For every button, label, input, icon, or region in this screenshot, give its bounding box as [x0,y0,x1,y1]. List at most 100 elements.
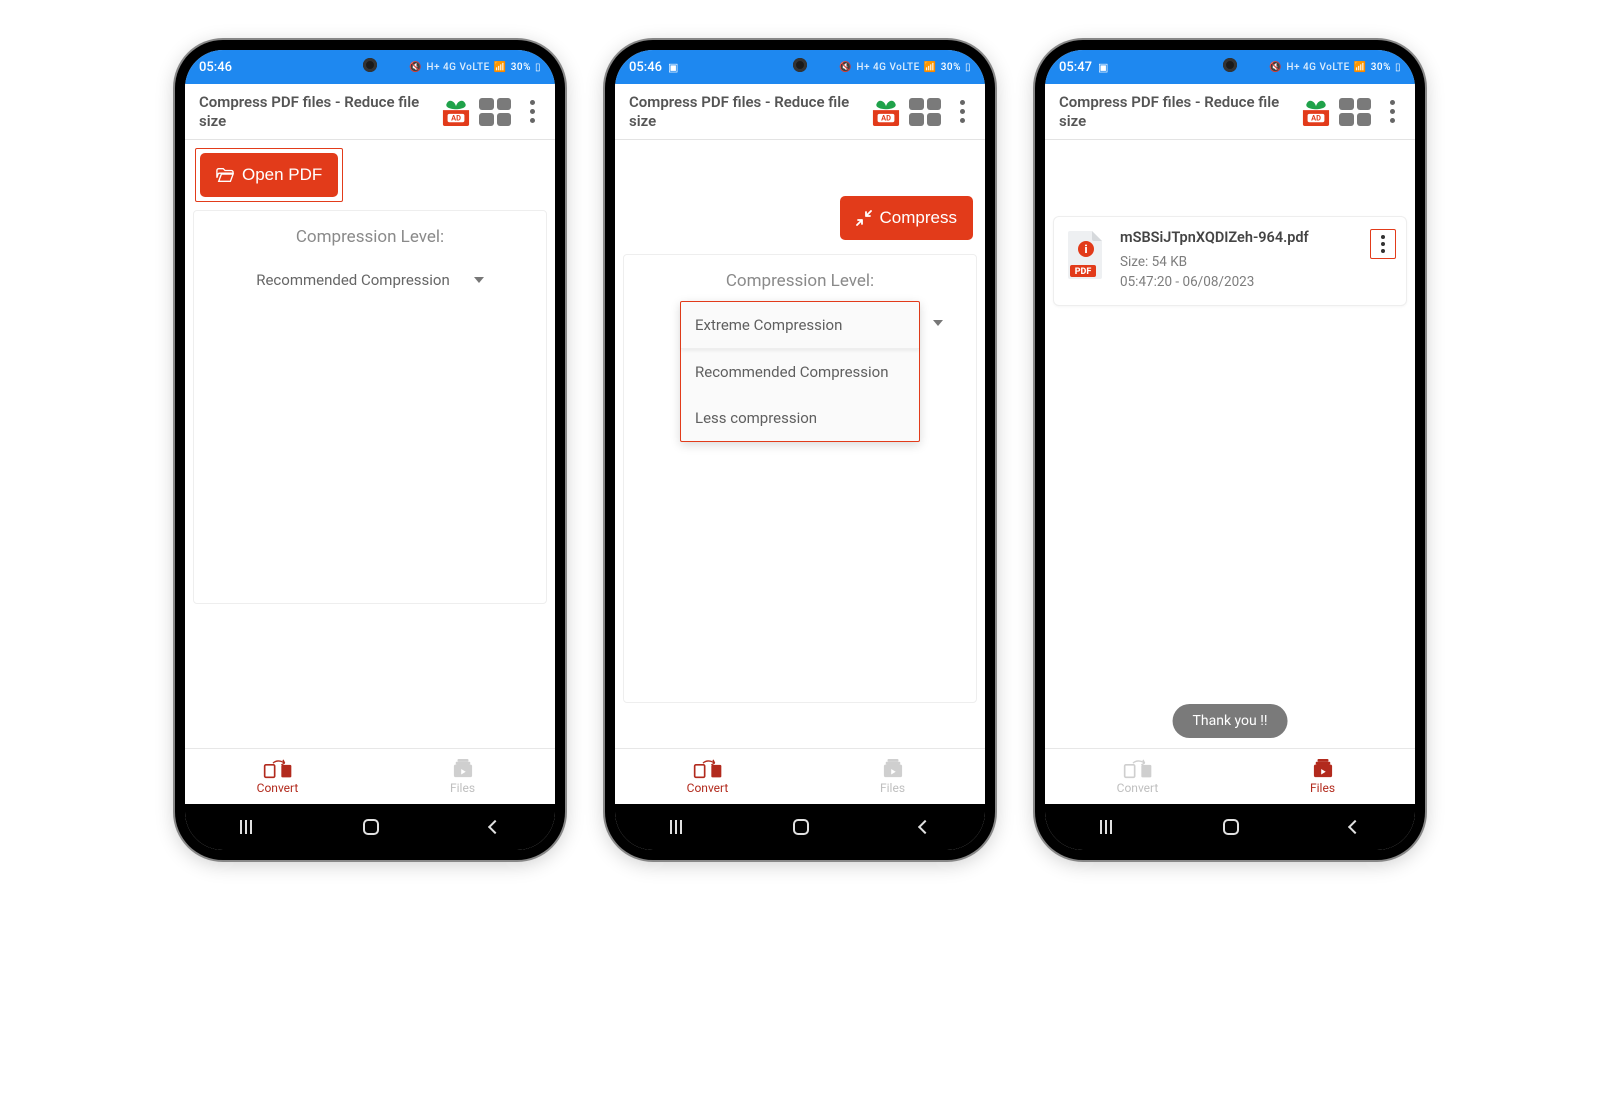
dropdown-selected: Recommended Compression [256,271,450,289]
back-button[interactable] [918,820,932,834]
open-pdf-button[interactable]: Open PDF [200,153,338,197]
view-grid-button[interactable] [1339,98,1371,126]
screen-2: 05:46 ▣ 🔇 H+ 4G VoLTE 📶 30% ▯ Compress P… [615,50,985,850]
svg-text:PDF: PDF [1075,267,1092,277]
system-nav [615,804,985,850]
app-bar: Compress PDF files - Reduce file size AD [185,84,555,140]
compress-button[interactable]: Compress [840,196,973,240]
content-area: iPDF mSBSiJTpnXQDIZeh-964.pdf Size: 54 K… [1045,140,1415,748]
status-time: 05:46 [199,60,232,75]
status-bar: 05:46 ▣ 🔇 H+ 4G VoLTE 📶 30% ▯ [615,50,985,84]
app-bar: Compress PDF files - Reduce file size AD [615,84,985,140]
screenshot-icon: ▣ [668,61,678,74]
home-button[interactable] [363,819,379,835]
folder-open-icon [216,167,234,183]
tab-files[interactable]: Files [1230,749,1415,804]
svg-text:AD: AD [1311,113,1321,122]
tab-files[interactable]: Files [800,749,985,804]
status-indicators: 🔇 H+ 4G VoLTE 📶 30% ▯ [409,62,541,73]
mute-icon: 🔇 [839,62,852,73]
tab-files[interactable]: Files [370,749,555,804]
overflow-menu-button[interactable] [1379,98,1405,126]
compression-dropdown[interactable]: Recommended Compression [194,257,546,303]
file-list-item[interactable]: iPDF mSBSiJTpnXQDIZeh-964.pdf Size: 54 K… [1053,216,1407,306]
signal-icon: 📶 [494,62,507,73]
chevron-down-icon [474,277,484,283]
system-nav [185,804,555,850]
mute-icon: 🔇 [409,62,422,73]
app-bar: Compress PDF files - Reduce file size AD [1045,84,1415,140]
screen-3: 05:47 ▣ 🔇 H+ 4G VoLTE 📶 30% ▯ Compress P… [1045,50,1415,850]
page-title: Compress PDF files - Reduce file size [1059,93,1293,131]
phone-mock-3: 05:47 ▣ 🔇 H+ 4G VoLTE 📶 30% ▯ Compress P… [1035,40,1425,860]
svg-text:AD: AD [451,113,461,122]
status-bar: 05:46 🔇 H+ 4G VoLTE 📶 30% ▯ [185,50,555,84]
ad-gift-icon[interactable]: AD [1301,98,1331,126]
battery-pct: 30% [511,62,531,73]
tab-convert[interactable]: Convert [1045,749,1230,804]
overflow-menu-button[interactable] [519,98,545,126]
convert-icon [1123,759,1153,779]
files-icon [1310,759,1336,779]
ad-gift-icon[interactable]: AD [871,98,901,126]
battery-icon: ▯ [535,62,541,73]
status-bar: 05:47 ▣ 🔇 H+ 4G VoLTE 📶 30% ▯ [1045,50,1415,84]
recents-button[interactable] [1100,820,1112,834]
bottom-nav: Convert Files [185,748,555,804]
home-button[interactable] [793,819,809,835]
home-button[interactable] [1223,819,1239,835]
status-time: 05:46 [629,60,662,75]
compression-card: Compression Level: Extreme Compression R… [623,254,977,703]
file-item-menu-button[interactable] [1370,229,1396,259]
compression-dropdown-open: Extreme Compression Recommended Compress… [680,301,920,442]
phone-mock-2: 05:46 ▣ 🔇 H+ 4G VoLTE 📶 30% ▯ Compress P… [605,40,995,860]
view-grid-button[interactable] [479,98,511,126]
svg-text:i: i [1084,243,1087,256]
tab-convert[interactable]: Convert [185,749,370,804]
convert-icon [263,759,293,779]
view-grid-button[interactable] [909,98,941,126]
option-less[interactable]: Less compression [681,395,919,441]
chevron-down-icon [933,320,943,326]
mute-icon: 🔇 [1269,62,1282,73]
pdf-file-icon: i PDF [1064,229,1108,285]
recents-button[interactable] [240,820,252,834]
compression-level-label: Compression Level: [624,255,976,301]
battery-pct: 30% [941,62,961,73]
page-title: Compress PDF files - Reduce file size [199,93,433,131]
screen-1: 05:46 🔇 H+ 4G VoLTE 📶 30% ▯ Compress PDF… [185,50,555,850]
battery-icon: ▯ [1395,62,1401,73]
content-area: Open PDF Compression Level: Recommended … [185,140,555,748]
tab-convert[interactable]: Convert [615,749,800,804]
compression-level-label: Compression Level: [194,211,546,257]
recents-button[interactable] [670,820,682,834]
content-area: Compress Compression Level: Extreme Comp… [615,140,985,748]
convert-icon [693,759,723,779]
bottom-nav: Convert Files [615,748,985,804]
back-button[interactable] [488,820,502,834]
system-nav [1045,804,1415,850]
file-size: Size: 54 KB [1120,252,1358,272]
bottom-nav: Convert Files [1045,748,1415,804]
status-indicators: 🔇 H+ 4G VoLTE 📶 30% ▯ [1269,62,1401,73]
signal-icon: 📶 [1354,62,1367,73]
battery-pct: 30% [1371,62,1391,73]
compress-icon [856,210,872,226]
ad-gift-icon[interactable]: AD [441,98,471,126]
page-title: Compress PDF files - Reduce file size [629,93,863,131]
files-icon [450,759,476,779]
toast-message: Thank you !! [1173,704,1288,738]
file-timestamp: 05:47:20 - 06/08/2023 [1120,272,1358,292]
svg-text:AD: AD [881,113,891,122]
compression-card: Compression Level: Recommended Compressi… [193,210,547,604]
option-extreme[interactable]: Extreme Compression [681,302,919,349]
back-button[interactable] [1348,820,1362,834]
phone-mock-1: 05:46 🔇 H+ 4G VoLTE 📶 30% ▯ Compress PDF… [175,40,565,860]
status-indicators: 🔇 H+ 4G VoLTE 📶 30% ▯ [839,62,971,73]
overflow-menu-button[interactable] [949,98,975,126]
signal-icon: 📶 [924,62,937,73]
status-time: 05:47 [1059,60,1092,75]
screenshot-icon: ▣ [1098,61,1108,74]
option-recommended[interactable]: Recommended Compression [681,349,919,395]
battery-icon: ▯ [965,62,971,73]
